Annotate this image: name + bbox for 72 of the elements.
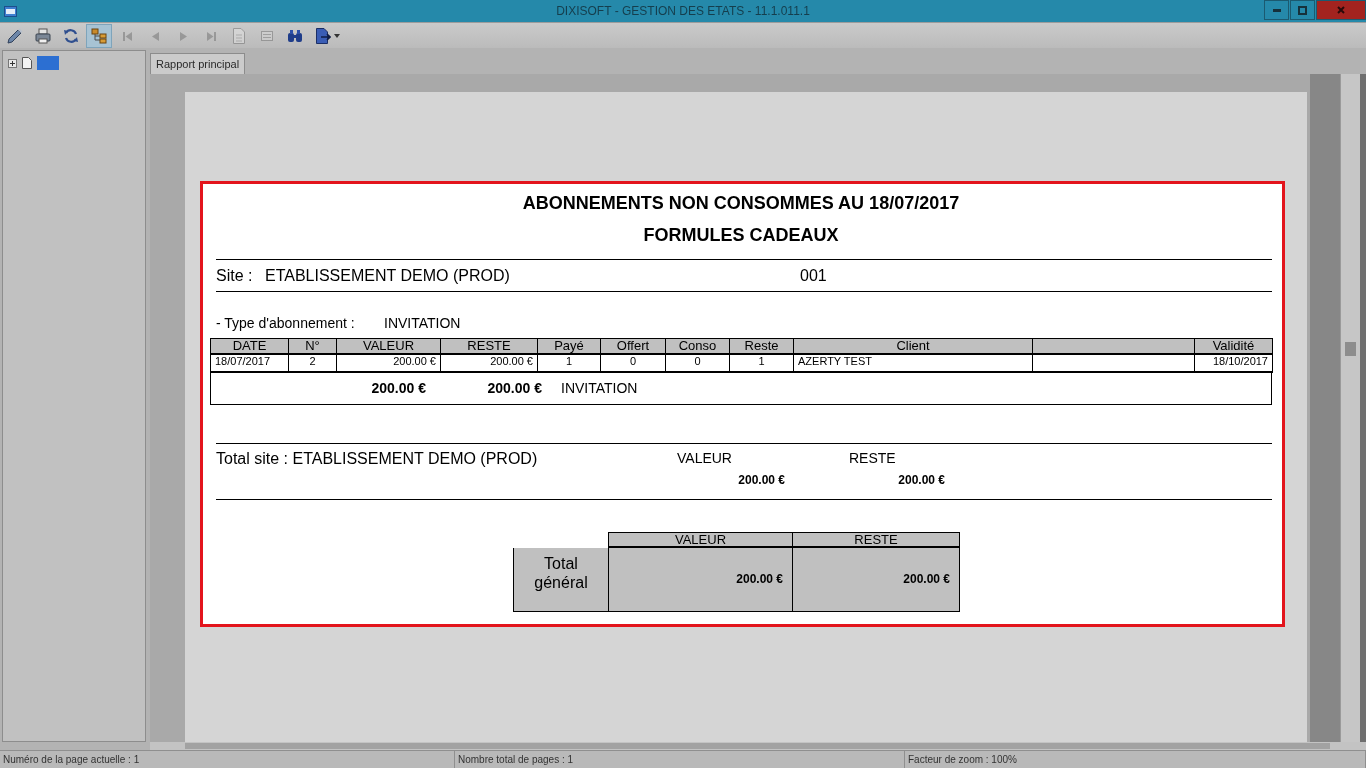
maximize-button[interactable] xyxy=(1290,0,1315,20)
minimize-icon xyxy=(1272,8,1281,12)
site-name: ETABLISSEMENT DEMO (PROD) xyxy=(265,266,511,285)
expand-icon xyxy=(8,58,17,68)
column-header: Validité xyxy=(1194,338,1273,354)
pencil-icon xyxy=(7,28,23,44)
column-header: Offert xyxy=(600,338,666,354)
next-icon xyxy=(179,31,187,41)
tab[interactable]: Rapport principal xyxy=(150,53,246,74)
window-title: DIXISOFT - GESTION DES ETATS - 11.1.011.1 xyxy=(556,4,810,18)
tree-icon xyxy=(91,28,107,44)
minimize-button[interactable] xyxy=(1264,0,1289,20)
status-text: Numéro de la page actuelle : 1 xyxy=(0,751,455,768)
site-total-heading: RESTE xyxy=(849,449,897,466)
column-header: VALEUR xyxy=(336,338,441,354)
table-cell: 200.00 € xyxy=(440,353,538,372)
maximize-icon xyxy=(1298,5,1307,15)
vertical-scrollbar[interactable] xyxy=(1340,74,1360,742)
column-header: RESTE xyxy=(440,338,538,354)
column-header: Conso xyxy=(665,338,730,354)
app-icon xyxy=(4,5,17,17)
report-title: ABONNEMENTS NON CONSOMMES AU 18/07/2017 xyxy=(521,192,961,214)
status-text: Facteur de zoom : 100% xyxy=(905,751,1366,768)
column-header: N° xyxy=(288,338,337,354)
site-total-heading: VALEUR xyxy=(677,449,733,466)
list-icon xyxy=(261,31,273,41)
group-total-type: INVITATION xyxy=(560,380,639,396)
site-total-value: 200.00 € xyxy=(897,472,945,487)
status-text: Nombre total de pages : 1 xyxy=(455,751,905,768)
page-icon xyxy=(233,28,245,44)
close-button[interactable] xyxy=(1316,0,1366,20)
page-icon xyxy=(22,57,32,69)
table-cell: 1 xyxy=(729,353,794,372)
grand-total-label: Total général xyxy=(513,547,609,612)
first-page-icon xyxy=(122,31,132,41)
tree-node[interactable] xyxy=(37,56,59,70)
document-arrow-icon xyxy=(315,28,331,44)
caret-icon xyxy=(334,34,340,38)
group-total-value: 200.00 € xyxy=(486,380,542,396)
subscription-type-label: - Type d'abonnement : xyxy=(216,315,356,331)
grand-total-value: 200.00 € xyxy=(792,547,960,612)
refresh-icon xyxy=(63,28,79,44)
table-cell: 200.00 € xyxy=(336,353,441,372)
site-label: Site : xyxy=(216,266,254,285)
table-cell: 0 xyxy=(600,353,666,372)
table-cell: 2 xyxy=(288,353,337,372)
site-code: 001 xyxy=(800,266,828,285)
close-icon xyxy=(1337,6,1345,14)
group-total-value: 200.00 € xyxy=(370,380,426,396)
column-header: Payé xyxy=(537,338,601,354)
grand-total-header: RESTE xyxy=(792,531,960,548)
table-cell: 18/07/2017 xyxy=(210,353,289,372)
column-header: Reste xyxy=(729,338,794,354)
table-cell: 1 xyxy=(537,353,601,372)
last-page-icon xyxy=(206,31,216,41)
previous-icon xyxy=(151,31,159,41)
column-header: DATE xyxy=(210,338,289,354)
binoculars-icon xyxy=(287,28,303,44)
subscription-type-value: INVITATION xyxy=(384,315,462,331)
site-total-value: 200.00 € xyxy=(737,472,785,487)
report-subtitle: FORMULES CADEAUX xyxy=(642,224,840,246)
horizontal-scrollbar[interactable] xyxy=(150,742,1366,750)
column-header: Client xyxy=(793,338,1033,354)
grand-total-value: 200.00 € xyxy=(608,547,793,612)
scrollbar-thumb[interactable] xyxy=(1345,342,1356,356)
table-cell: 18/10/2017 xyxy=(1194,353,1273,372)
table-cell: AZERTY TEST xyxy=(793,353,1033,372)
printer-icon xyxy=(35,28,51,44)
site-total-label: Total site : ETABLISSEMENT DEMO (PROD) xyxy=(216,449,539,468)
grand-total-header: VALEUR xyxy=(608,531,793,548)
table-cell: 0 xyxy=(665,353,730,372)
scrollbar-thumb[interactable] xyxy=(185,743,1330,749)
